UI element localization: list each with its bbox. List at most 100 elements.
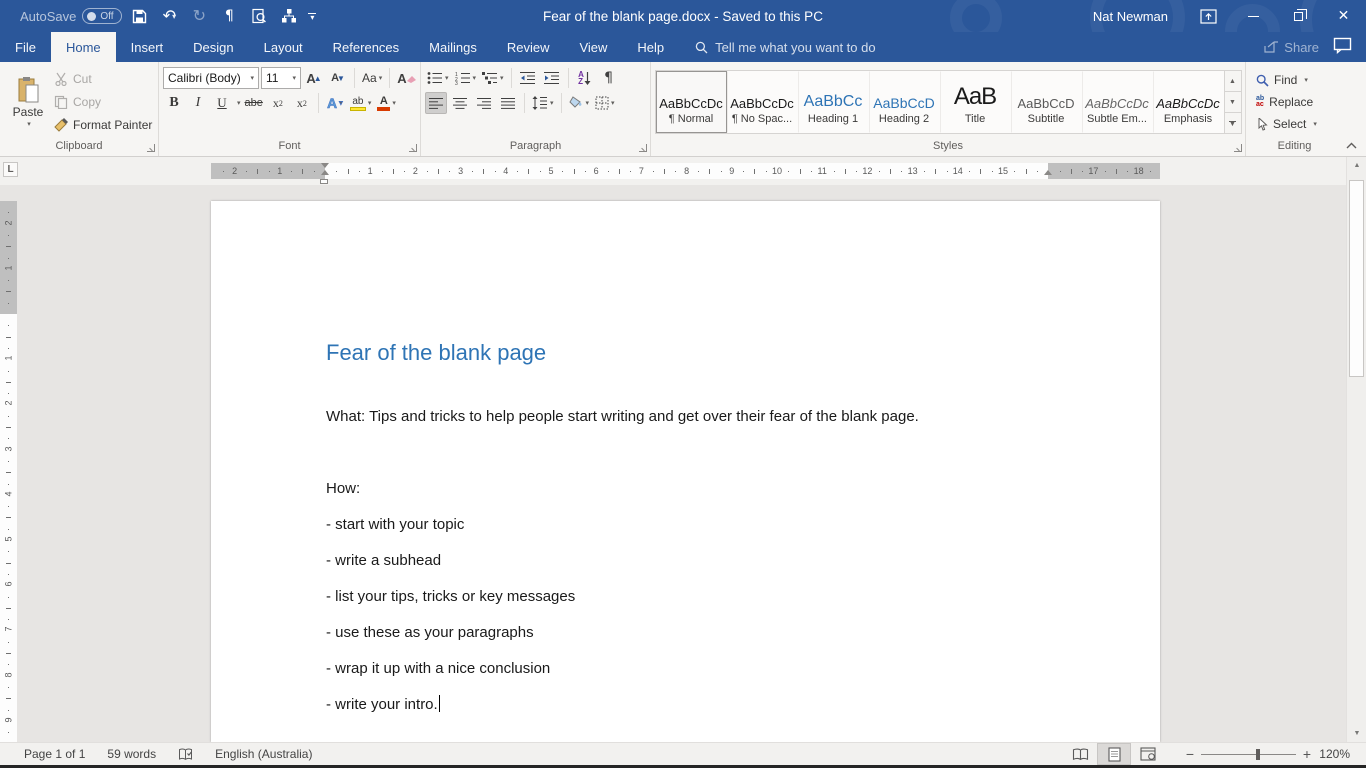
style-title[interactable]: AaBTitle: [940, 71, 1011, 133]
left-indent-marker[interactable]: [320, 179, 328, 184]
print-layout-button[interactable]: [1097, 743, 1131, 765]
document-paragraph[interactable]: [326, 435, 1160, 471]
tab-stop-selector[interactable]: L: [3, 162, 18, 177]
proofing-status[interactable]: [167, 743, 204, 765]
style--normal[interactable]: AaBbCcDc¶ Normal: [656, 71, 727, 133]
subscript-button[interactable]: x2: [267, 92, 289, 114]
superscript-button[interactable]: x2: [291, 92, 313, 114]
read-mode-button[interactable]: [1063, 743, 1097, 765]
increase-indent-button[interactable]: [541, 67, 563, 89]
restore-button[interactable]: [1276, 0, 1321, 32]
vertical-scrollbar[interactable]: ▲ ▼: [1346, 157, 1366, 742]
ribbon-display-options-button[interactable]: [1186, 0, 1231, 32]
tab-file[interactable]: File: [0, 32, 51, 62]
document-page[interactable]: Fear of the blank page What: Tips and tr…: [211, 201, 1160, 742]
language-indicator[interactable]: English (Australia): [204, 743, 323, 765]
paragraph-dialog-launcher[interactable]: [639, 144, 647, 152]
style-heading-1[interactable]: AaBbCcHeading 1: [798, 71, 869, 133]
cut-button[interactable]: Cut: [54, 69, 152, 89]
align-center-button[interactable]: [449, 92, 471, 114]
styles-scroll-up-button[interactable]: ▲: [1225, 71, 1241, 92]
text-effects-button[interactable]: A▾: [324, 92, 346, 114]
style-subtitle[interactable]: AaBbCcDSubtitle: [1011, 71, 1082, 133]
scrollbar-thumb[interactable]: [1349, 180, 1364, 377]
right-indent-marker[interactable]: [1044, 170, 1052, 175]
tab-mailings[interactable]: Mailings: [414, 32, 492, 62]
zoom-percentage[interactable]: 120%: [1318, 747, 1366, 761]
undo-button[interactable]: ↶▾: [156, 3, 182, 29]
paste-button[interactable]: Paste ▾: [4, 65, 52, 139]
comments-button[interactable]: [1333, 37, 1352, 57]
copy-button[interactable]: Copy: [54, 92, 152, 112]
save-button[interactable]: [126, 3, 152, 29]
format-painter-button[interactable]: Format Painter: [54, 115, 152, 135]
document-paragraph[interactable]: - write a subhead: [326, 543, 1160, 579]
tab-home[interactable]: Home: [51, 32, 116, 62]
document-paragraph[interactable]: How:: [326, 471, 1160, 507]
text-highlight-button[interactable]: ab▾: [348, 92, 374, 114]
sort-button[interactable]: AZ: [574, 67, 596, 89]
tab-help[interactable]: Help: [622, 32, 679, 62]
grow-font-button[interactable]: A▲: [303, 67, 325, 89]
styles-dialog-launcher[interactable]: [1234, 144, 1242, 152]
align-left-button[interactable]: [425, 92, 447, 114]
borders-button[interactable]: ▾: [593, 92, 617, 114]
tab-view[interactable]: View: [564, 32, 622, 62]
minimize-button[interactable]: [1231, 0, 1276, 32]
justify-button[interactable]: [497, 92, 519, 114]
numbering-button[interactable]: 123▾: [453, 67, 479, 89]
zoom-out-button[interactable]: −: [1179, 746, 1201, 762]
share-button[interactable]: Share: [1263, 40, 1319, 55]
multilevel-list-button[interactable]: ▾: [480, 67, 506, 89]
underline-button[interactable]: U: [211, 92, 233, 114]
font-size-combo[interactable]: 11▾: [261, 67, 301, 89]
font-color-button[interactable]: A▾: [375, 92, 398, 114]
show-formatting-button[interactable]: ¶: [216, 3, 242, 29]
print-preview-button[interactable]: [246, 3, 272, 29]
styles-scroll-down-button[interactable]: ▼: [1225, 92, 1241, 113]
shading-button[interactable]: ▾: [567, 92, 592, 114]
tab-design[interactable]: Design: [178, 32, 248, 62]
tab-insert[interactable]: Insert: [116, 32, 179, 62]
collapse-ribbon-button[interactable]: [1344, 139, 1358, 151]
style-subtle-em-[interactable]: AaBbCcDcSubtle Em...: [1082, 71, 1153, 133]
clear-formatting-button[interactable]: A: [395, 67, 417, 89]
word-count[interactable]: 59 words: [96, 743, 167, 765]
zoom-slider-thumb[interactable]: [1256, 749, 1260, 760]
strikethrough-button[interactable]: abe: [243, 92, 265, 114]
styles-more-button[interactable]: ▼: [1225, 113, 1241, 133]
find-button[interactable]: Find▾: [1256, 71, 1317, 90]
zoom-in-button[interactable]: +: [1296, 746, 1318, 762]
document-paragraph[interactable]: - write your intro.: [326, 687, 1160, 723]
autosave-toggle[interactable]: Off: [82, 8, 122, 24]
redo-button[interactable]: ↻: [186, 3, 212, 29]
document-body[interactable]: What: Tips and tricks to help people sta…: [326, 399, 1160, 723]
change-case-button[interactable]: Aa▾: [360, 67, 384, 89]
document-paragraph[interactable]: What: Tips and tricks to help people sta…: [326, 399, 1160, 435]
bold-button[interactable]: B: [163, 92, 185, 114]
first-line-indent-marker[interactable]: [321, 163, 329, 168]
customize-toolbar-button[interactable]: ▾: [308, 13, 316, 20]
style-emphasis[interactable]: AaBbCcDcEmphasis: [1153, 71, 1224, 133]
web-layout-button[interactable]: [1131, 743, 1165, 765]
style--no-spac-[interactable]: AaBbCcDc¶ No Spac...: [727, 71, 798, 133]
tab-layout[interactable]: Layout: [249, 32, 318, 62]
scroll-down-button[interactable]: ▼: [1347, 725, 1366, 742]
page-indicator[interactable]: Page 1 of 1: [0, 743, 96, 765]
decrease-indent-button[interactable]: [517, 67, 539, 89]
style-heading-2[interactable]: AaBbCcDHeading 2: [869, 71, 940, 133]
flowchart-button[interactable]: [276, 3, 302, 29]
close-button[interactable]: ✕: [1321, 0, 1366, 32]
account-name[interactable]: Nat Newman: [1075, 9, 1186, 24]
autosave-control[interactable]: AutoSave Off: [20, 8, 122, 24]
italic-button[interactable]: I: [187, 92, 209, 114]
font-name-combo[interactable]: Calibri (Body)▾: [163, 67, 259, 89]
underline-dropdown-icon[interactable]: ▾: [237, 99, 241, 107]
select-button[interactable]: Select▾: [1256, 115, 1317, 134]
bullets-button[interactable]: ▾: [425, 67, 451, 89]
replace-button[interactable]: abac Replace: [1256, 93, 1317, 112]
tab-review[interactable]: Review: [492, 32, 565, 62]
tab-references[interactable]: References: [318, 32, 414, 62]
shrink-font-button[interactable]: A▼: [327, 67, 349, 89]
align-right-button[interactable]: [473, 92, 495, 114]
